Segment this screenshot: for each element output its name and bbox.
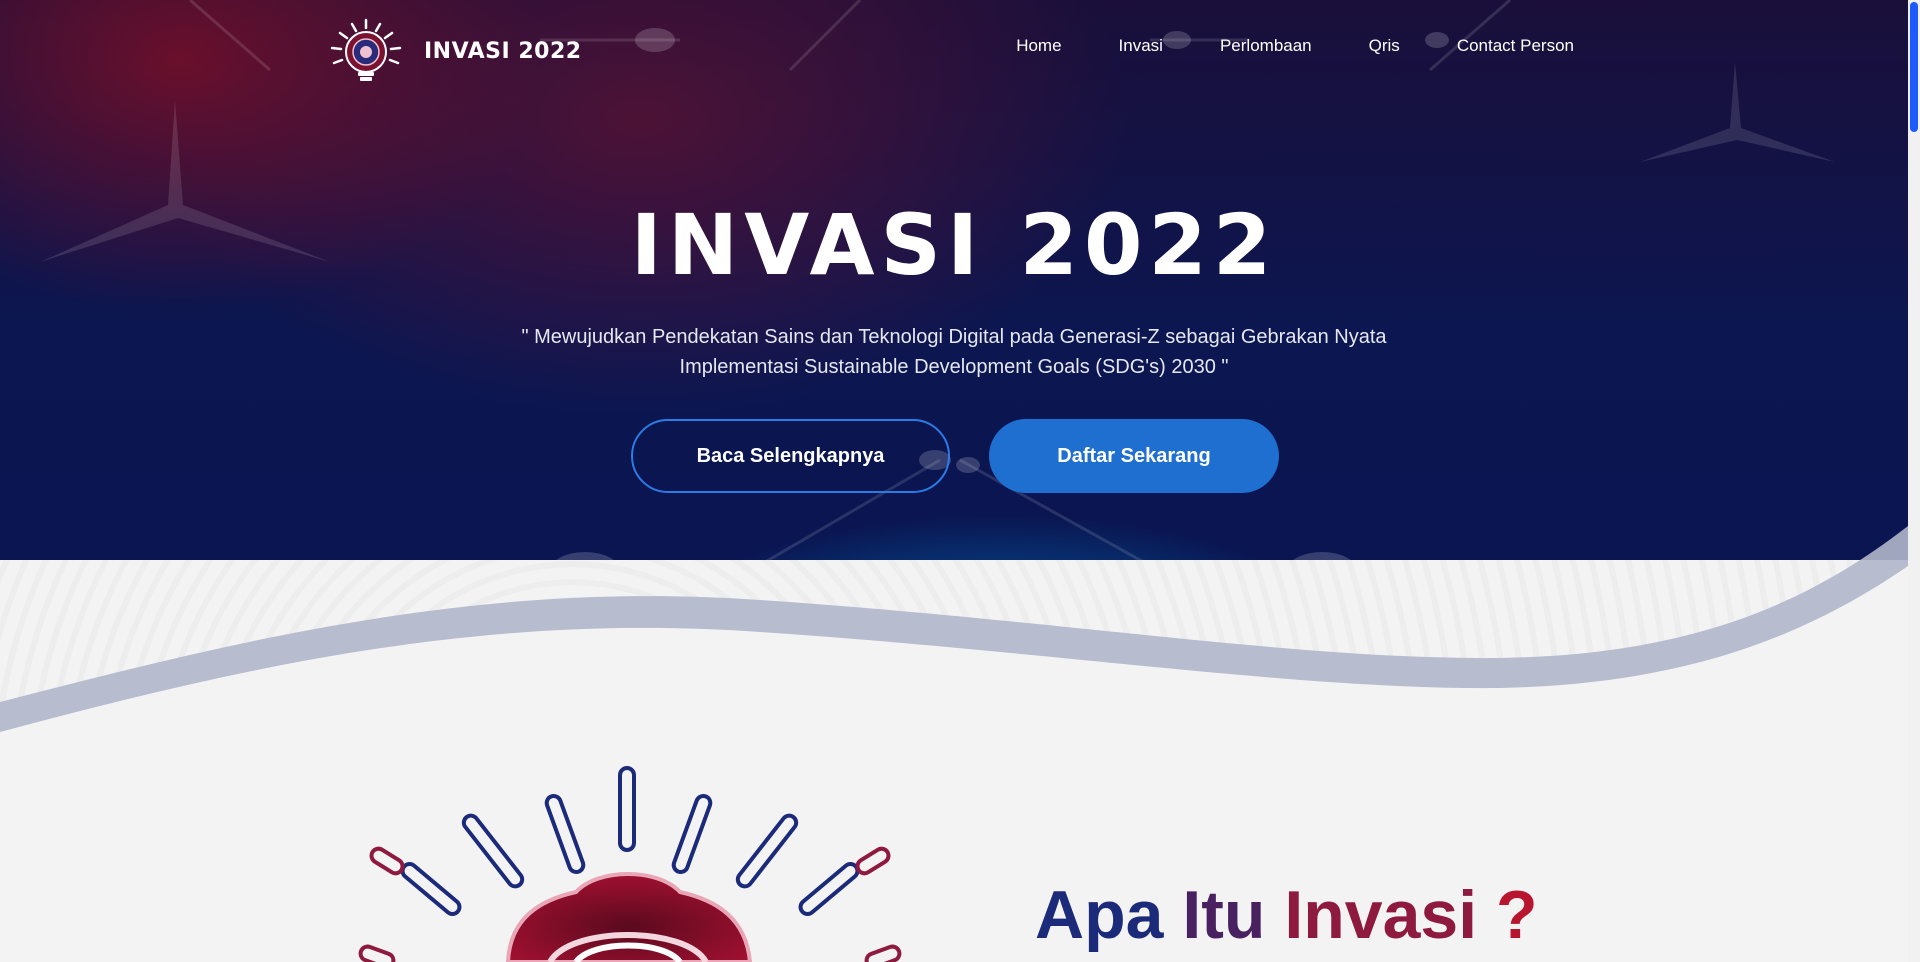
about-heading-word-1: Apa bbox=[1035, 877, 1164, 953]
hero-tagline-line-2: Implementasi Sustainable Development Goa… bbox=[679, 356, 1229, 378]
nav-item-qris[interactable]: Qris bbox=[1369, 36, 1400, 56]
about-heading: Apa Itu Invasi ? bbox=[1035, 876, 1538, 954]
brand[interactable]: INVASI 2022 bbox=[322, 16, 582, 86]
nav-item-contact-person[interactable]: Contact Person bbox=[1457, 36, 1574, 56]
about-heading-word-4: ? bbox=[1496, 877, 1538, 953]
about-heading-word-2: Itu bbox=[1182, 877, 1266, 953]
nav-item-invasi[interactable]: Invasi bbox=[1119, 36, 1163, 56]
lightbulb-badge-icon bbox=[358, 766, 902, 962]
lightbulb-logo-icon bbox=[330, 18, 402, 81]
page-scrollbar-thumb[interactable] bbox=[1910, 2, 1918, 132]
about-section-background bbox=[0, 560, 1908, 962]
hero-title: INVASI 2022 bbox=[630, 196, 1278, 294]
register-button[interactable]: Daftar Sekarang bbox=[989, 419, 1279, 493]
navbar: INVASI 2022 Home Invasi Perlombaan Qris … bbox=[0, 0, 1908, 96]
page-scrollbar[interactable] bbox=[1908, 0, 1920, 962]
about-heading-word-3: Invasi bbox=[1284, 877, 1478, 953]
read-more-button[interactable]: Baca Selengkapnya bbox=[631, 419, 950, 493]
nav-item-perlombaan[interactable]: Perlombaan bbox=[1220, 36, 1312, 56]
nav-item-home[interactable]: Home bbox=[1016, 36, 1061, 56]
hero-tagline: " Mewujudkan Pendekatan Sains dan Teknol… bbox=[504, 322, 1404, 382]
main-nav: Home Invasi Perlombaan Qris Contact Pers… bbox=[959, 36, 1574, 56]
hero-tagline-line-1: " Mewujudkan Pendekatan Sains dan Teknol… bbox=[521, 326, 1387, 348]
brand-name: INVASI 2022 bbox=[424, 38, 582, 64]
